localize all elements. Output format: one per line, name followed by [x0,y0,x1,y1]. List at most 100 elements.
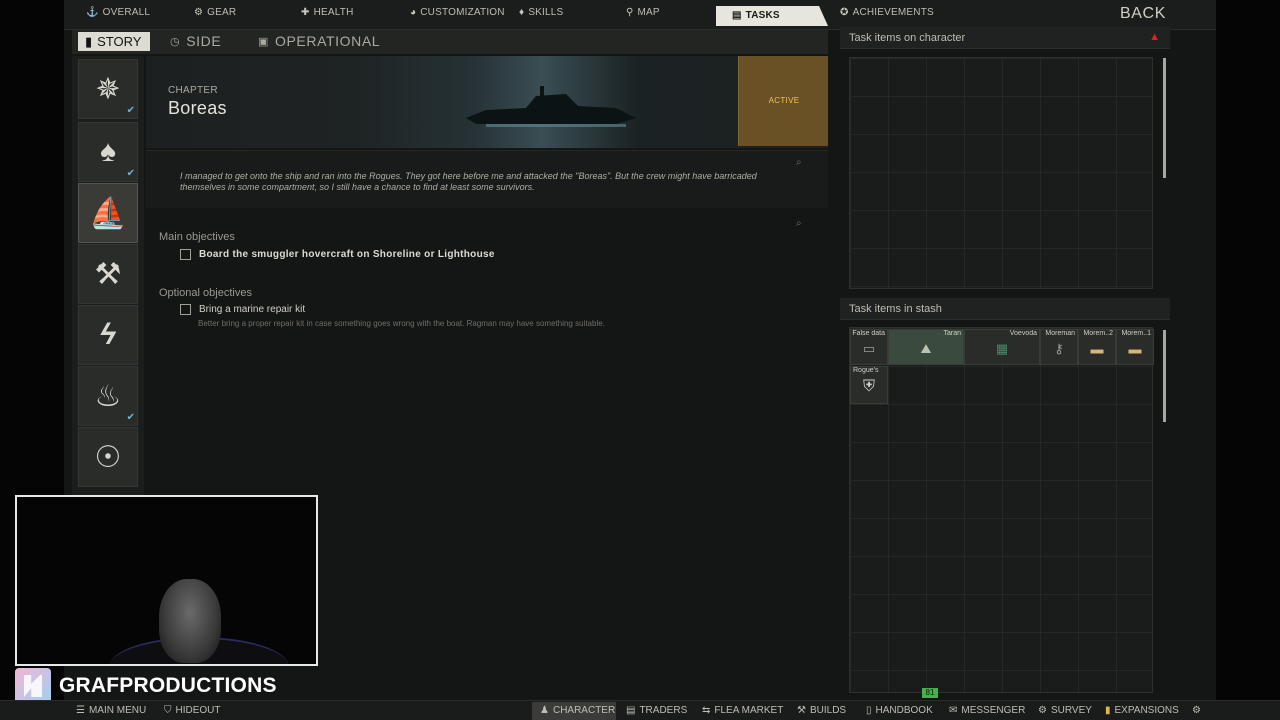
circuit-icon: ▦ [995,340,1009,356]
chapter-title: Boreas [168,98,227,118]
task-items-in-stash-header: Task items in stash [840,298,1170,320]
character-icon: ♟ [540,705,549,716]
map-pin-icon: ⚲ [626,7,634,18]
flea-market-icon: ⇆ [702,705,711,716]
hideout-button[interactable]: ⛉ HIDEOUT [164,705,221,716]
photo-icon: ⛰ [920,340,932,356]
optional-objective-item: Bring a marine repair kit [180,304,305,315]
expansions-button[interactable]: ▮ EXPANSIONS [1105,705,1179,716]
objective-checkbox [180,304,191,315]
optional-objectives-heading: Optional objectives [159,287,252,299]
warning-icon: ▲ [1149,31,1160,43]
menu-icon: ☰ [76,705,85,716]
survey-button[interactable]: ⚙ SURVEY [1038,705,1092,716]
top-navigation: ⚓ OVERALL ⚙ GEAR ✚ HEALTH ◕ CUSTOMIZATIO… [64,0,1216,30]
objective-checkbox [180,249,191,260]
stash-item[interactable]: Taran ⛰ [888,329,964,365]
tab-operational[interactable]: ▣ OPERATIONAL [258,33,380,49]
character-items-scrollbar[interactable] [1163,58,1166,178]
brand-name: GRAFPRODUCTIONS [59,674,277,697]
check-icon: ✔ [126,105,135,116]
nav-overall[interactable]: ⚓ OVERALL [86,7,150,18]
nav-map[interactable]: ⚲ MAP [626,7,660,18]
crossed-axes-icon: ⚒ [94,257,122,291]
compass-icon: ✵ [95,72,121,106]
chapter-lightning[interactable]: ϟ [78,305,138,365]
side-task-icon: ◷ [170,35,181,48]
magnify-icon[interactable]: ⌕ [796,157,802,168]
chapter-description-box: ⌕ I managed to get onto the ship and ran… [146,150,828,208]
tab-story[interactable]: ▮ STORY [78,32,150,51]
nav-health[interactable]: ✚ HEALTH [301,7,354,18]
stream-brand: GRAFPRODUCTIONS [15,668,318,704]
traders-button[interactable]: ▤ TRADERS [626,705,687,716]
survey-icon: ⚙ [1038,705,1047,716]
messenger-button[interactable]: ✉ MESSENGER [949,705,1025,716]
tasks-icon: ▤ [732,10,742,21]
bookmark-icon: ▮ [85,33,93,49]
stash-item[interactable]: False data ▭ [850,329,888,365]
chapter-globe[interactable]: ☉ [78,427,138,487]
chapter-compass[interactable]: ✵ ✔ [78,59,138,119]
expansions-icon: ▮ [1105,705,1111,716]
stash-items-scrollbar[interactable] [1163,330,1166,422]
cassette-icon: ▬ [1128,341,1142,357]
nav-gear[interactable]: ⚙ GEAR [194,7,236,18]
key-icon: ⚷ [1054,340,1064,356]
stash-item[interactable]: Morem..1 ▬ [1116,329,1154,365]
handbook-icon: ▯ [866,705,872,716]
lightning-icon: ϟ [100,318,116,351]
operational-icon: ▣ [258,35,269,48]
level-badge: 81 [922,688,938,698]
anchor-icon: ⚓ [86,7,99,18]
chapter-label: CHAPTER [168,85,218,96]
main-menu-button[interactable]: ☰ MAIN MENU [76,705,146,716]
nav-tasks[interactable]: ▤ TASKS [732,10,780,21]
character-button[interactable]: ♟ CHARACTER [540,705,615,716]
nav-customization[interactable]: ◕ CUSTOMIZATION [410,7,505,18]
chapter-status-panel: ACTIVE [738,56,828,146]
back-button[interactable]: BACK [1120,5,1166,23]
optional-objective-hint: Better bring a proper repair kit in case… [198,319,605,328]
badge-icon: ⛨ [862,377,876,395]
webcam-person-face [159,579,221,663]
chapter-crossed-axes[interactable]: ⚒ [78,244,138,304]
nav-skills[interactable]: ♦ SKILLS [519,7,563,18]
chapter-list: ✵ ✔ ♠ ✔ ⛵ ⚒ ϟ ♨ ✔ ☉ [72,56,144,496]
ship-illustration [466,86,636,127]
settings-icon: ⚙ [1192,705,1201,716]
handbook-button[interactable]: ▯ HANDBOOK [866,705,933,716]
bottom-menu-bar: ☰ MAIN MENU ⛉ HIDEOUT ♟ CHARACTER ▤ TRAD… [0,700,1280,720]
globe-icon: ☉ [94,440,122,474]
nav-achievements[interactable]: ✪ ACHIEVEMENTS [840,7,934,18]
stash-items-grid[interactable] [849,327,1153,693]
messenger-icon: ✉ [949,705,958,716]
settings-button[interactable]: ⚙ [1192,705,1201,716]
stash-item[interactable]: Moreman ⚷ [1040,329,1078,365]
achievement-icon: ✪ [840,7,849,18]
magnify-icon[interactable]: ⌕ [796,218,802,229]
stash-item[interactable]: Voevoda ▦ [964,329,1040,365]
flea-market-button[interactable]: ⇆ FLEA MARKET [702,705,783,716]
chapter-description: I managed to get onto the ship and ran i… [180,171,757,192]
builds-button[interactable]: ⚒ BUILDS [797,705,846,716]
brand-logo-icon [15,668,51,704]
chapter-flame-tree[interactable]: ♠ ✔ [78,122,138,182]
task-items-on-character-header: Task items on character ▲ [840,27,1170,49]
tree-icon: ♠ [100,135,116,168]
status-badge: ACTIVE [768,96,800,105]
letterbox-right [1216,0,1280,720]
gear-icon: ⚙ [194,7,204,18]
main-objective-item: Board the smuggler hovercraft on Shoreli… [180,249,495,260]
stash-item[interactable]: Rogue's ⛨ [850,366,888,404]
check-icon: ✔ [126,168,135,179]
task-type-tabs: ▮ STORY ◷ SIDE ▣ OPERATIONAL [72,30,828,54]
tab-side[interactable]: ◷ SIDE [170,33,221,49]
chapter-fire[interactable]: ♨ ✔ [78,366,138,426]
character-items-grid[interactable] [849,57,1153,289]
chapter-boreas[interactable]: ⛵ [78,183,138,243]
webcam-overlay [15,495,318,666]
hideout-icon: ⛉ [164,705,172,716]
main-objectives-heading: Main objectives [159,231,235,243]
stash-item[interactable]: Morem..2 ▬ [1078,329,1116,365]
